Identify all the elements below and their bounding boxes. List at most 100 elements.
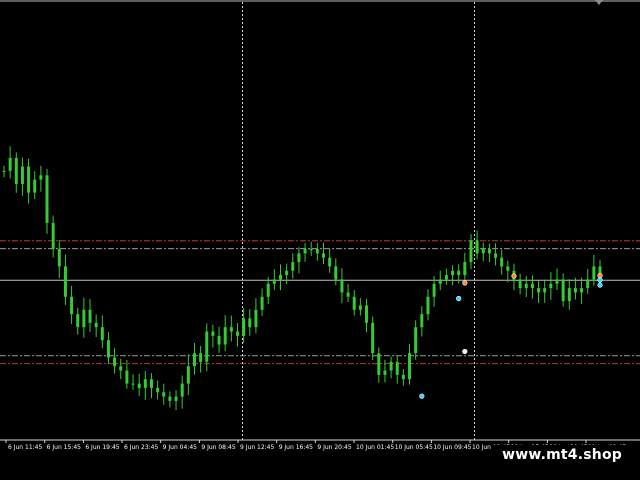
candle-body-16 [94,322,98,328]
x-tick-label-7: 9 Jun 12:45 [240,444,274,451]
candle-body-45 [272,279,276,284]
candle-body-36 [217,335,221,345]
candle-body-92 [561,279,565,302]
candle-body-78 [475,240,479,254]
candle-body-75 [457,270,461,276]
candle-body-56 [340,279,344,293]
candle-body-66 [401,374,405,380]
candle-body-62 [377,353,381,375]
candle-body-67 [408,353,412,380]
candle-body-83 [506,266,510,271]
candle-body-34 [205,331,209,362]
candle-body-80 [487,249,491,254]
candle-body-50 [303,249,307,254]
candle-body-13 [76,314,80,328]
candle-body-77 [469,240,473,263]
candle-body-26 [156,387,160,393]
x-tick-label-4: 6 Jun 23:45 [124,444,158,451]
candle-body-43 [260,296,264,310]
candle-body-38 [229,327,233,332]
candle-body-17 [100,327,104,341]
candle-body-24 [143,379,147,388]
candle-body-22 [131,383,135,385]
candle-body-33 [199,353,203,362]
candle-body-23 [137,383,141,388]
candle-body-58 [352,296,356,310]
x-tick-label-10: 10 Jun 01:45 [356,444,394,451]
candle-body-57 [346,292,350,297]
candle-body-37 [223,327,227,345]
candle-body-74 [451,270,455,276]
candle-body-7 [39,175,43,180]
candle-body-97 [592,266,596,280]
candle-body-5 [27,166,31,193]
candle-body-79 [481,249,485,254]
candle-body-41 [248,318,252,328]
candle-body-76 [463,262,467,276]
candle-body-21 [125,370,129,384]
candle-body-53 [322,253,326,258]
candle-body-30 [180,383,184,397]
candle-body-3 [14,157,18,184]
candle-body-95 [580,288,584,293]
candle-body-81 [494,253,498,258]
candle-body-73 [444,275,448,280]
candle-body-52 [315,249,319,254]
candle-body-8 [45,175,49,223]
candle-body-71 [432,283,436,297]
signal-marker-4 [419,393,425,399]
candle-body-27 [162,392,166,397]
x-tick-label-3: 6 Jun 19:45 [85,444,119,451]
candle-body-28 [168,396,172,401]
candle-body-63 [383,370,387,375]
candle-body-69 [420,314,424,328]
signal-marker-7 [597,277,603,283]
candle-body-29 [174,396,178,401]
candle-body-90 [549,283,553,289]
candle-body-20 [119,366,123,371]
candle-body-91 [555,279,559,284]
candle-body-68 [414,327,418,354]
candle-body-18 [106,340,110,358]
candle-body-93 [567,288,571,302]
chart-shift-triangle-icon[interactable] [595,0,603,5]
candle-body-1 [2,170,6,172]
x-tick-label-12: 10 Jun 09:45 [433,444,471,451]
candle-body-40 [242,318,246,336]
candle-body-65 [395,361,399,375]
candle-body-61 [371,322,375,354]
chart-canvas[interactable]: 6 Jun 11:45 6 Jun 15:45 6 Jun 19:45 6 Jun 2… [0,0,640,480]
x-tick-label-8: 9 Jun 16:45 [279,444,313,451]
candle-body-11 [63,266,67,297]
price-chart[interactable]: 6 Jun 11:45 6 Jun 15:45 6 Jun 19:45 6 Jun 2… [0,0,640,480]
candle-body-47 [285,270,289,276]
signal-marker-5 [511,273,517,279]
candle-body-44 [266,283,270,297]
candle-body-19 [113,357,117,367]
candle-body-2 [8,157,12,171]
candle-body-70 [426,296,430,315]
x-tick-label-2: 6 Jun 15:45 [47,444,81,451]
candle-body-46 [278,275,282,280]
candle-body-12 [70,296,74,315]
signal-marker-8 [597,282,603,288]
candle-body-35 [211,331,215,336]
candle-body-6 [33,179,37,193]
candle-body-42 [254,309,258,328]
signal-marker-2 [456,295,462,302]
candle-body-64 [389,361,393,371]
x-tick-label-9: 9 Jun 20:45 [317,444,351,451]
candle-body-4 [20,166,24,184]
candle-body-39 [235,331,239,336]
candle-body-51 [309,249,313,251]
candle-body-55 [334,266,338,280]
x-tick-label-11: 10 Jun 05:45 [395,444,433,451]
candle-body-86 [524,283,528,289]
candle-series [2,146,602,411]
candle-body-10 [57,249,61,267]
candle-body-96 [586,279,590,289]
price-levels [0,240,640,365]
day-separators [242,2,476,440]
signal-marker-1 [462,280,468,286]
watermark: www.mt4.shop [492,445,632,466]
